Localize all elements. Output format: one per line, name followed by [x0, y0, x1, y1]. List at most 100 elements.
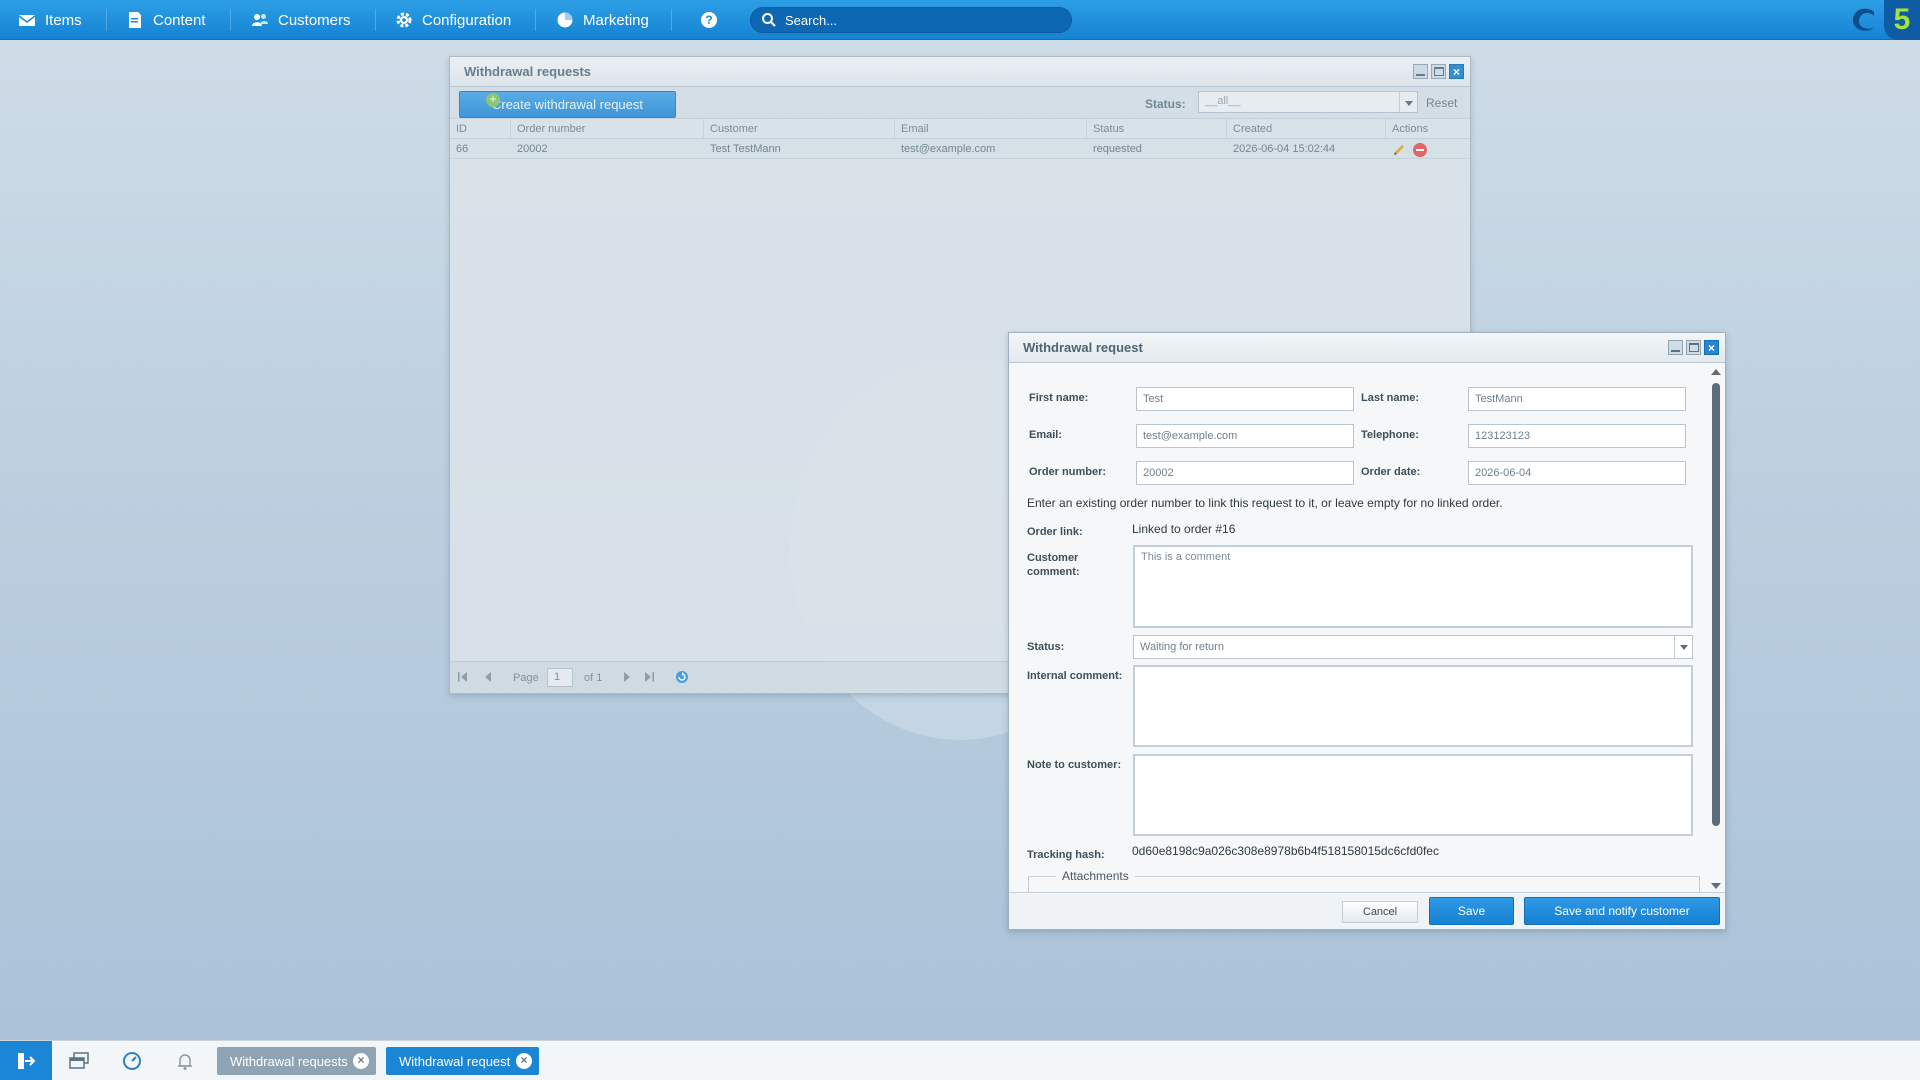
customer-comment-label: Customer comment:	[1027, 552, 1080, 578]
window-controls: ×	[1668, 340, 1719, 355]
nav-items-label: Items	[45, 11, 82, 29]
edit-icon[interactable]	[1392, 143, 1406, 157]
telephone-field[interactable]: 123123123	[1468, 424, 1686, 448]
column-header-customer[interactable]: Customer	[704, 119, 895, 138]
order-number-field[interactable]: 20002	[1136, 461, 1354, 485]
customer-comment-textarea[interactable]: This is a comment	[1133, 545, 1693, 628]
email-label: Email:	[1029, 429, 1063, 441]
delete-icon[interactable]	[1413, 143, 1428, 157]
taskbar: Withdrawal requests × Withdrawal request…	[0, 1040, 1920, 1080]
status-select[interactable]: Waiting for return	[1133, 635, 1693, 659]
last-page-icon[interactable]	[643, 671, 655, 683]
column-header-created[interactable]: Created	[1227, 119, 1386, 138]
dashboard-icon[interactable]	[121, 1051, 143, 1071]
maximize-button[interactable]	[1431, 64, 1446, 79]
taskbar-tab-label: Withdrawal request	[399, 1053, 511, 1069]
scroll-down-icon[interactable]	[1711, 883, 1721, 889]
column-header-id[interactable]: ID	[450, 119, 511, 138]
status-select-value: Waiting for return	[1140, 641, 1224, 653]
cell-email: test@example.com	[901, 143, 996, 155]
dialog-title: Withdrawal request	[1009, 333, 1725, 363]
reset-button[interactable]: Reset	[1426, 96, 1457, 110]
bell-icon[interactable]	[174, 1051, 196, 1071]
close-button[interactable]: ×	[1704, 340, 1719, 355]
save-button[interactable]: Save	[1429, 897, 1514, 925]
logout-button[interactable]	[0, 1041, 52, 1080]
window-title: Withdrawal requests	[450, 57, 1470, 87]
windows-icon[interactable]	[68, 1051, 90, 1071]
help-icon: ?	[701, 12, 717, 28]
order-date-field[interactable]: 2026-06-04	[1468, 461, 1686, 485]
minimize-button[interactable]	[1668, 340, 1683, 355]
version-logo: 5	[1884, 0, 1920, 40]
search-input[interactable]: Search...	[750, 7, 1072, 33]
email-field[interactable]: test@example.com	[1136, 424, 1354, 448]
shopware-logo-icon	[1852, 8, 1874, 31]
nav-separator	[535, 9, 536, 31]
taskbar-tab-label: Withdrawal requests	[230, 1053, 348, 1069]
status-filter-value: __all__	[1205, 95, 1241, 107]
nav-customers-label: Customers	[278, 11, 351, 29]
plus-icon: +	[486, 93, 500, 107]
cell-status: requested	[1093, 143, 1142, 155]
grid-header: ID Order number Customer Email Status Cr…	[450, 119, 1470, 139]
column-header-order-number[interactable]: Order number	[511, 119, 704, 138]
nav-configuration-label: Configuration	[422, 11, 512, 29]
nav-configuration[interactable]: Configuration	[395, 0, 511, 40]
pie-chart-icon	[557, 12, 573, 28]
page-label: Page	[513, 672, 539, 684]
close-tab-icon[interactable]: ×	[516, 1053, 532, 1069]
document-icon	[129, 12, 141, 28]
status-label: Status:	[1027, 641, 1065, 653]
first-page-icon[interactable]	[457, 671, 469, 683]
last-name-field[interactable]: TestMann	[1468, 387, 1686, 411]
maximize-button[interactable]	[1686, 340, 1701, 355]
status-filter-select[interactable]: __all__	[1198, 91, 1418, 113]
page-number-input[interactable]: 1	[547, 668, 573, 687]
scrollbar-thumb[interactable]	[1712, 383, 1720, 826]
first-name-label: First name:	[1029, 392, 1089, 404]
svg-text:?: ?	[705, 13, 712, 27]
table-row[interactable]: 66 20002 Test TestMann test@example.com …	[450, 139, 1470, 159]
internal-comment-textarea[interactable]	[1133, 665, 1693, 747]
order-date-label: Order date:	[1361, 466, 1421, 478]
column-header-actions: Actions	[1392, 123, 1429, 135]
create-withdrawal-request-button[interactable]: + Create withdrawal request	[459, 91, 676, 118]
nav-marketing[interactable]: Marketing	[556, 0, 649, 40]
next-page-icon[interactable]	[621, 671, 633, 683]
nav-content[interactable]: Content	[126, 0, 206, 40]
taskbar-tab-withdrawal-requests[interactable]: Withdrawal requests ×	[217, 1047, 376, 1075]
order-number-label: Order number:	[1029, 466, 1107, 478]
withdrawal-request-dialog: Withdrawal request × First name: Test La…	[1008, 332, 1726, 930]
list-toolbar: + Create withdrawal request Status: __al…	[450, 87, 1470, 119]
nav-content-label: Content	[153, 11, 206, 29]
refresh-icon[interactable]	[675, 670, 689, 684]
close-tab-icon[interactable]: ×	[353, 1053, 369, 1069]
note-to-customer-label: Note to customer:	[1027, 759, 1122, 771]
nav-customers[interactable]: Customers	[251, 0, 351, 40]
top-navigation-bar: Items Content Customers Configuration Ma…	[0, 0, 1920, 40]
column-header-email[interactable]: Email	[895, 119, 1087, 138]
first-name-field[interactable]: Test	[1136, 387, 1354, 411]
order-number-hint: Enter an existing order number to link t…	[1027, 496, 1503, 510]
help-button[interactable]: ?	[700, 0, 727, 40]
save-and-notify-button[interactable]: Save and notify customer	[1524, 897, 1720, 925]
cancel-button[interactable]: Cancel	[1342, 901, 1418, 923]
cell-id: 66	[456, 143, 469, 155]
nav-items[interactable]: Items	[18, 0, 82, 40]
column-header-status[interactable]: Status	[1087, 119, 1227, 138]
taskbar-tab-withdrawal-request[interactable]: Withdrawal request ×	[386, 1047, 539, 1075]
status-filter-label: Status:	[1145, 97, 1186, 111]
nav-separator	[230, 9, 231, 31]
chevron-down-icon	[1674, 636, 1692, 658]
close-button[interactable]: ×	[1449, 64, 1464, 79]
nav-separator	[375, 9, 376, 31]
previous-page-icon[interactable]	[482, 671, 494, 683]
minimize-button[interactable]	[1413, 64, 1428, 79]
attachments-legend[interactable]: Attachments	[1056, 869, 1135, 883]
note-to-customer-textarea[interactable]	[1133, 754, 1693, 836]
tracking-hash-value: 0d60e8198c9a026c308e8978b6b4f518158015dc…	[1132, 844, 1439, 858]
window-controls: ×	[1413, 64, 1464, 79]
scroll-up-icon[interactable]	[1711, 369, 1721, 375]
vertical-scrollbar[interactable]	[1709, 367, 1723, 891]
